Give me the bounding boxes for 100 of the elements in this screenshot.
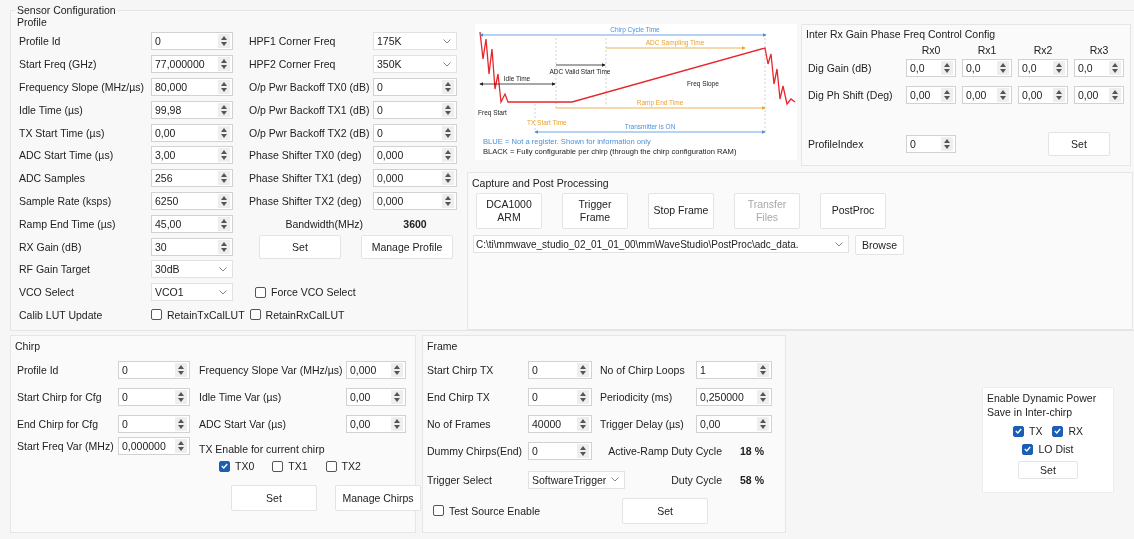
spinner-arrows-icon[interactable]: [218, 148, 230, 163]
spinner-arrows-icon[interactable]: [218, 34, 230, 49]
spinner-arrows-icon[interactable]: [391, 389, 403, 404]
spinner-arrows-icon[interactable]: [1053, 61, 1065, 75]
button[interactable]: Stop Frame: [648, 193, 714, 229]
spin-field[interactable]: 0,00: [906, 86, 956, 104]
spin-field[interactable]: 0,250000: [696, 387, 772, 406]
spinner-arrows-icon[interactable]: [218, 80, 230, 94]
spinner-arrows-icon[interactable]: [577, 389, 589, 404]
spin-field[interactable]: 0,00: [1018, 86, 1068, 104]
spin-field[interactable]: 0: [528, 360, 592, 379]
spinner-arrows-icon[interactable]: [442, 125, 454, 140]
button[interactable]: Set: [259, 234, 341, 259]
spin-field[interactable]: 0: [373, 123, 457, 142]
spin-field[interactable]: 0: [118, 360, 190, 379]
dropdown[interactable]: 350K: [373, 55, 457, 74]
spinner-arrows-icon[interactable]: [175, 362, 187, 377]
spin-field[interactable]: 3,00: [151, 146, 233, 165]
spinner-arrows-icon[interactable]: [757, 416, 769, 431]
checkbox[interactable]: [272, 460, 284, 472]
spin-field[interactable]: 0,00: [696, 414, 772, 433]
spin-field[interactable]: 0,0: [1074, 59, 1124, 77]
spin-field[interactable]: 0: [118, 414, 190, 433]
spinner-arrows-icon[interactable]: [1109, 61, 1121, 75]
checkbox[interactable]: [1022, 443, 1034, 455]
spin-field[interactable]: 0,00: [346, 414, 406, 433]
spinner-arrows-icon[interactable]: [577, 416, 589, 431]
spin-field[interactable]: 0: [528, 387, 592, 406]
spin-field[interactable]: 45,00: [151, 214, 233, 233]
spinner-arrows-icon[interactable]: [997, 88, 1009, 102]
checkbox[interactable]: [1013, 425, 1024, 437]
spinner-arrows-icon[interactable]: [391, 416, 403, 431]
dropdown[interactable]: 175K: [373, 32, 457, 51]
button[interactable]: Manage Profile: [361, 234, 453, 259]
spinner-arrows-icon[interactable]: [442, 193, 454, 208]
spin-field[interactable]: 256: [151, 169, 233, 188]
spin-field[interactable]: 0: [151, 32, 233, 51]
spinner-arrows-icon[interactable]: [941, 61, 953, 75]
spinner-arrows-icon[interactable]: [1109, 88, 1121, 102]
spinner-arrows-icon[interactable]: [941, 88, 953, 102]
spinner-arrows-icon[interactable]: [218, 102, 230, 117]
spinner-arrows-icon[interactable]: [218, 239, 230, 254]
spinner-arrows-icon[interactable]: [757, 389, 769, 404]
checkbox[interactable]: [433, 505, 444, 516]
dropdown[interactable]: C:\ti\mmwave_studio_02_01_01_00\mmWaveStudio\PostProc\adc_data.: [473, 235, 849, 253]
checkbox[interactable]: [151, 309, 162, 321]
checkbox[interactable]: [255, 286, 266, 298]
spin-field[interactable]: 0,000: [373, 191, 457, 210]
spin-field[interactable]: 0,0: [962, 59, 1012, 77]
checkbox[interactable]: [249, 309, 261, 321]
spin-field[interactable]: 0,00: [151, 123, 233, 142]
checkbox[interactable]: [1052, 425, 1064, 437]
spinner-arrows-icon[interactable]: [442, 80, 454, 94]
spin-field[interactable]: 0,00: [346, 387, 406, 406]
spin-field[interactable]: 0: [373, 78, 457, 96]
spinner-arrows-icon[interactable]: [218, 171, 230, 186]
spin-field[interactable]: 0: [118, 387, 190, 406]
spin-field[interactable]: 0: [906, 135, 956, 153]
spinner-arrows-icon[interactable]: [175, 389, 187, 404]
dropdown[interactable]: 30dB: [151, 260, 233, 279]
button[interactable]: Manage Chirps: [335, 484, 421, 511]
spin-field[interactable]: 0,000: [373, 169, 457, 188]
spinner-arrows-icon[interactable]: [997, 61, 1009, 75]
spin-field[interactable]: 80,000: [151, 78, 233, 96]
spinner-arrows-icon[interactable]: [218, 125, 230, 140]
checkbox[interactable]: [325, 460, 337, 472]
button[interactable]: PostProc: [820, 193, 886, 229]
dropdown[interactable]: SoftwareTrigger: [528, 470, 626, 489]
spin-field[interactable]: 6250: [151, 191, 233, 210]
spinner-arrows-icon[interactable]: [218, 216, 230, 231]
button[interactable]: Set: [231, 484, 317, 511]
spin-field[interactable]: 0,0: [1018, 59, 1068, 77]
spinner-arrows-icon[interactable]: [175, 439, 187, 453]
spinner-arrows-icon[interactable]: [1053, 88, 1065, 102]
button[interactable]: DCA1000 ARM: [476, 193, 542, 229]
spin-field[interactable]: 0: [528, 441, 592, 460]
spinner-arrows-icon[interactable]: [218, 193, 230, 208]
spinner-arrows-icon[interactable]: [757, 362, 769, 377]
spin-field[interactable]: 0,000000: [118, 437, 190, 455]
spin-field[interactable]: 0,00: [1074, 86, 1124, 104]
button[interactable]: Trigger Frame: [562, 193, 628, 229]
spin-field[interactable]: 0,0: [906, 59, 956, 77]
spin-field[interactable]: 0,00: [962, 86, 1012, 104]
button[interactable]: Set: [1048, 132, 1110, 156]
button[interactable]: Browse: [855, 235, 904, 255]
spin-field[interactable]: 77,000000: [151, 55, 233, 74]
checkbox[interactable]: [219, 460, 230, 472]
spin-field[interactable]: 0: [373, 100, 457, 119]
spin-field[interactable]: 40000: [528, 414, 592, 433]
spinner-arrows-icon[interactable]: [577, 362, 589, 377]
button[interactable]: Set: [1018, 461, 1078, 480]
spin-field[interactable]: 30: [151, 237, 233, 256]
spin-field[interactable]: 1: [696, 360, 772, 379]
spinner-arrows-icon[interactable]: [577, 443, 589, 458]
spinner-arrows-icon[interactable]: [442, 102, 454, 117]
spinner-arrows-icon[interactable]: [941, 137, 953, 151]
spin-field[interactable]: 0,000: [373, 146, 457, 165]
spin-field[interactable]: 99,98: [151, 100, 233, 119]
spinner-arrows-icon[interactable]: [218, 57, 230, 72]
spin-field[interactable]: 0,000: [346, 360, 406, 379]
